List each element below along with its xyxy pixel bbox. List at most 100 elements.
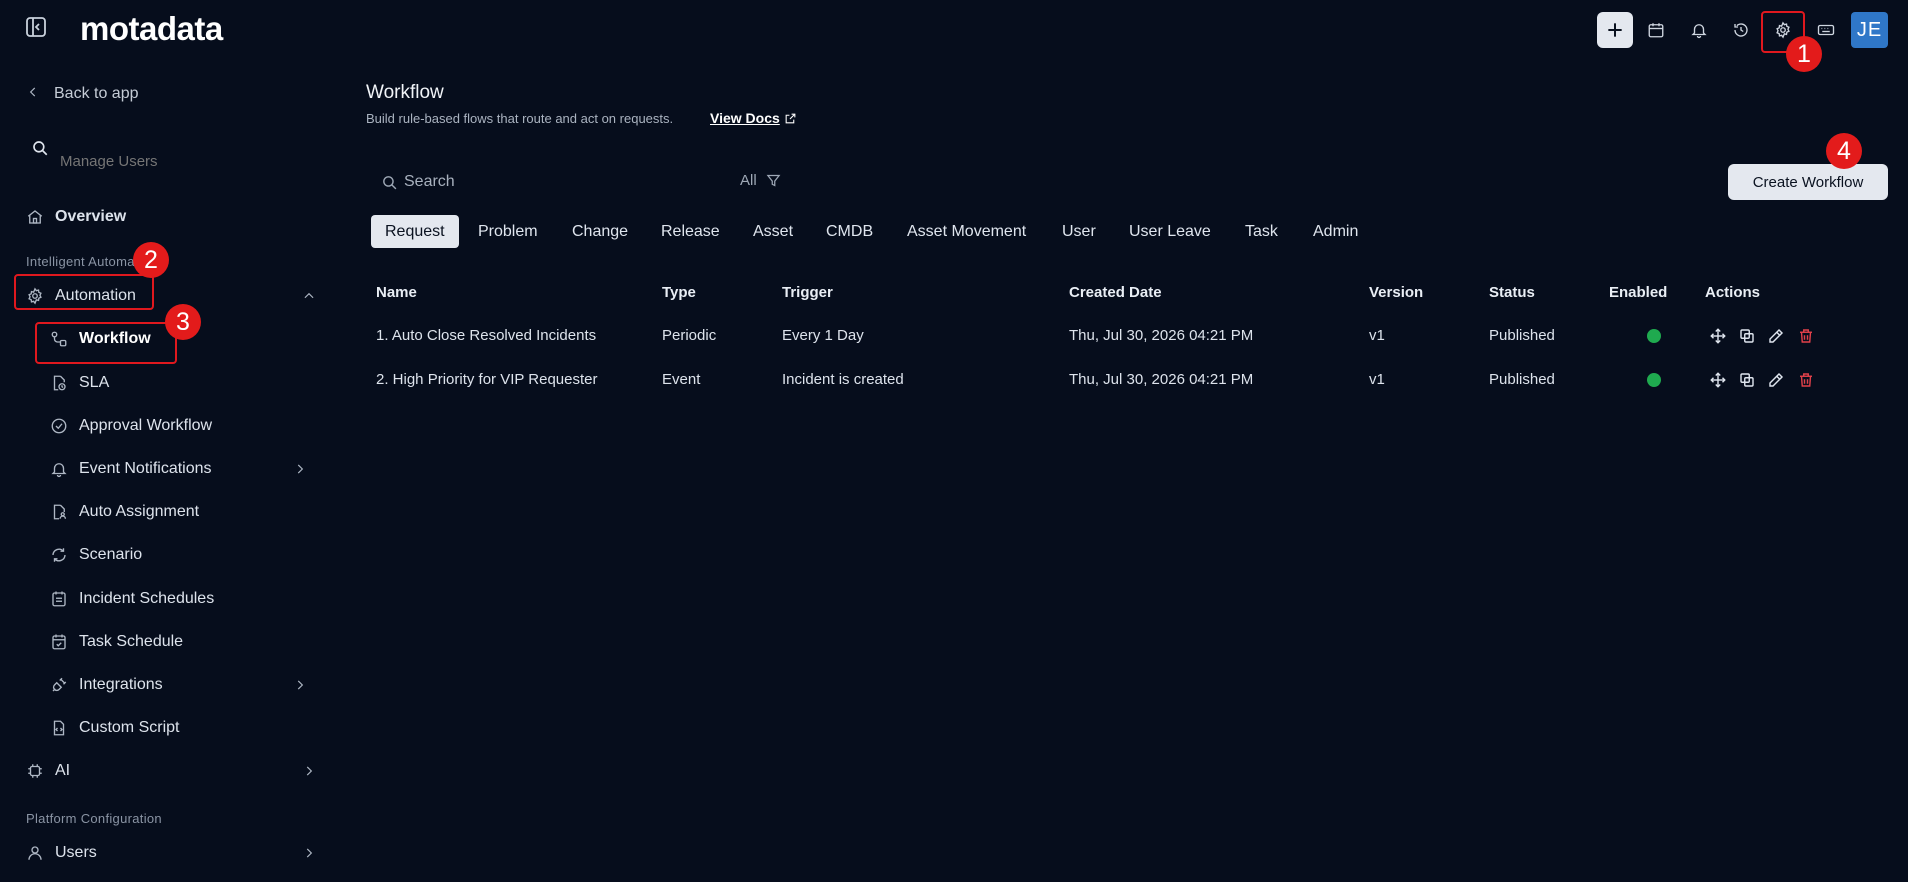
sidebar-item-label: SLA [79, 374, 110, 391]
chevron-right-icon[interactable] [293, 462, 307, 476]
script-icon [50, 719, 68, 737]
tab-user[interactable]: User [1048, 215, 1110, 248]
tab-change[interactable]: Change [558, 215, 642, 248]
chevron-right-icon[interactable] [293, 678, 307, 692]
view-docs-label: View Docs [710, 110, 780, 126]
row-name[interactable]: 2. High Priority for VIP Requester [376, 371, 597, 388]
column-header-type[interactable]: Type [662, 284, 696, 301]
user-avatar[interactable]: JE [1851, 12, 1888, 48]
sidebar-item-incident-schedules[interactable]: Incident Schedules [50, 584, 214, 614]
sidebar-item-label: Task Schedule [79, 633, 184, 650]
chevron-right-icon[interactable] [302, 764, 316, 778]
calendar-list-icon [50, 590, 68, 608]
sla-icon [50, 374, 68, 392]
tab-problem[interactable]: Problem [464, 215, 552, 248]
view-docs-link[interactable]: View Docs [710, 110, 797, 126]
duplicate-icon[interactable] [1738, 327, 1756, 345]
step-badge-2: 2 [133, 242, 169, 278]
column-header-version[interactable]: Version [1369, 284, 1423, 301]
row-type: Event [662, 371, 701, 388]
sidebar-item-ai[interactable]: AI [26, 756, 70, 786]
back-to-app-label: Back to app [54, 85, 139, 102]
sidebar-item-auto-assignment[interactable]: Auto Assignment [50, 497, 199, 527]
step-badge-1: 1 [1786, 36, 1822, 72]
row-version: v1 [1369, 371, 1385, 388]
sidebar-item-sla[interactable]: SLA [50, 368, 109, 398]
delete-icon[interactable] [1797, 327, 1815, 345]
row-status: Published [1489, 327, 1555, 344]
tab-release[interactable]: Release [647, 215, 734, 248]
overview-label: Overview [55, 208, 127, 225]
bell-icon [1691, 24, 1707, 39]
quick-create-button[interactable] [1597, 12, 1633, 48]
tab-asset[interactable]: Asset [739, 215, 807, 248]
delete-icon[interactable] [1797, 371, 1815, 389]
column-header-status[interactable]: Status [1489, 284, 1535, 301]
sidebar-item-label: Scenario [79, 546, 143, 563]
create-workflow-button[interactable]: Create Workflow [1728, 164, 1888, 200]
workflow-search-input[interactable] [404, 170, 704, 194]
row-name[interactable]: 1. Auto Close Resolved Incidents [376, 327, 596, 344]
row-type: Periodic [662, 327, 717, 344]
plug-icon [50, 676, 68, 694]
refresh-icon [50, 546, 68, 564]
sidebar-item-users[interactable]: Users [26, 838, 97, 868]
external-link-icon [785, 113, 796, 123]
row-created-date: Thu, Jul 30, 2026 04:21 PM [1069, 327, 1254, 344]
sidebar-collapse-icon[interactable] [24, 15, 48, 39]
tab-asset-movement[interactable]: Asset Movement [893, 215, 1040, 248]
sidebar-item-custom-script[interactable]: Custom Script [50, 713, 179, 743]
ai-chip-icon [26, 762, 44, 780]
row-created-date: Thu, Jul 30, 2026 04:21 PM [1069, 371, 1254, 388]
section-label-platform: Platform Configuration [26, 811, 162, 826]
sidebar-item-label: Approval Workflow [79, 417, 213, 434]
calendar-icon [1648, 23, 1664, 38]
edit-icon[interactable] [1767, 327, 1785, 345]
chevron-right-icon[interactable] [302, 846, 316, 860]
sidebar-item-event-notifications[interactable]: Event Notifications [50, 454, 212, 484]
calendar-button[interactable] [1638, 12, 1674, 48]
edit-icon[interactable] [1767, 371, 1785, 389]
search-icon [381, 174, 398, 191]
duplicate-icon[interactable] [1738, 371, 1756, 389]
page-title: Workflow [366, 82, 444, 103]
bell-icon [50, 460, 68, 478]
highlight-automation [14, 274, 154, 310]
chevron-left-icon [26, 85, 40, 103]
tab-cmdb[interactable]: CMDB [812, 215, 887, 248]
tab-task[interactable]: Task [1231, 215, 1292, 248]
history-icon [1734, 23, 1748, 37]
tab-request[interactable]: Request [371, 215, 459, 248]
sidebar-search-input[interactable] [60, 150, 290, 172]
enabled-indicator[interactable] [1647, 373, 1661, 387]
home-icon [26, 208, 44, 226]
move-icon[interactable] [1709, 327, 1727, 345]
notifications-button[interactable] [1681, 12, 1717, 48]
row-version: v1 [1369, 327, 1385, 344]
column-header-name[interactable]: Name [376, 284, 417, 301]
column-header-created-date[interactable]: Created Date [1069, 284, 1162, 301]
move-icon[interactable] [1709, 371, 1727, 389]
plus-icon [1608, 23, 1622, 37]
sidebar-item-task-schedule[interactable]: Task Schedule [50, 627, 183, 657]
filter-icon [766, 174, 781, 187]
row-trigger: Incident is created [782, 371, 904, 388]
tab-user-leave[interactable]: User Leave [1115, 215, 1225, 248]
sidebar-item-integrations[interactable]: Integrations [50, 670, 163, 700]
filter-dropdown[interactable]: All [740, 172, 781, 189]
history-button[interactable] [1723, 12, 1759, 48]
sidebar-item-label: Integrations [79, 676, 163, 693]
enabled-indicator[interactable] [1647, 329, 1661, 343]
sidebar-item-scenario[interactable]: Scenario [50, 540, 142, 570]
sidebar-item-overview[interactable]: Overview [26, 202, 126, 232]
row-trigger: Every 1 Day [782, 327, 864, 344]
check-circle-icon [50, 417, 68, 435]
step-badge-4: 4 [1826, 133, 1862, 169]
chevron-up-icon[interactable] [302, 289, 316, 303]
column-header-trigger[interactable]: Trigger [782, 284, 833, 301]
column-header-enabled: Enabled [1609, 284, 1668, 301]
back-to-app-link[interactable]: Back to app [26, 79, 139, 109]
tab-admin[interactable]: Admin [1299, 215, 1372, 248]
sidebar-item-label: Event Notifications [79, 460, 212, 477]
sidebar-item-approval-workflow[interactable]: Approval Workflow [50, 411, 212, 441]
